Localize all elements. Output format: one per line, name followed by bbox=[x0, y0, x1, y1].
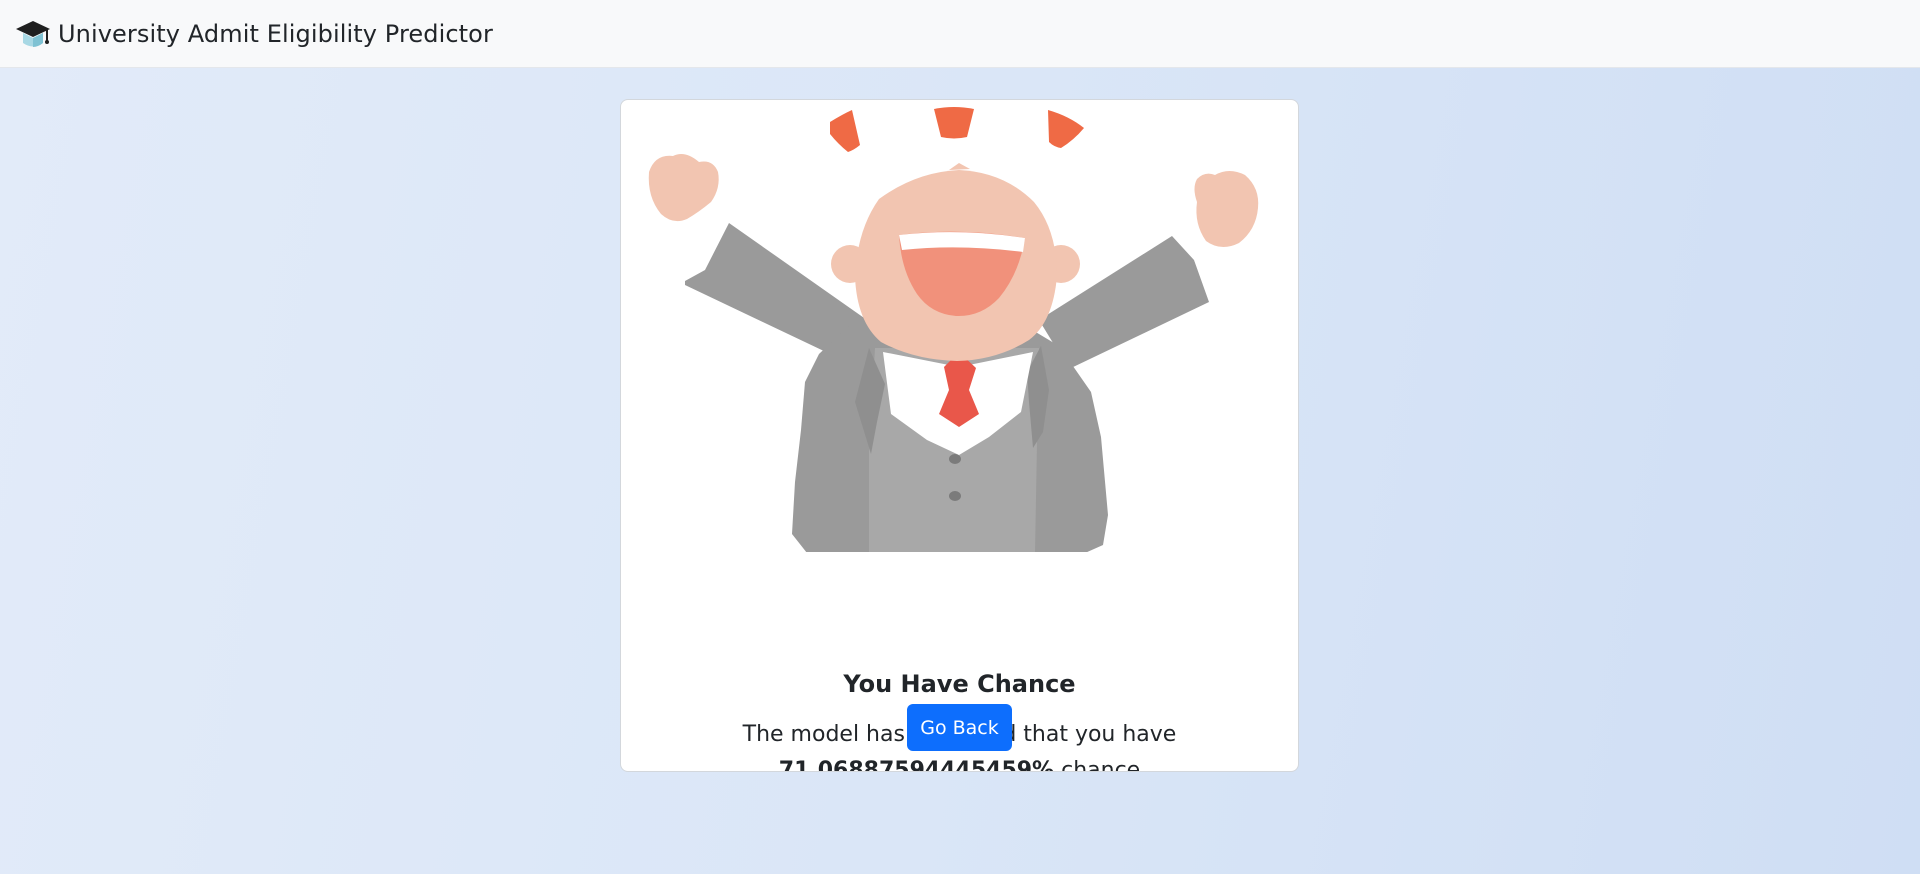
celebration-mark-center bbox=[934, 107, 974, 139]
celebration-mark-right bbox=[1048, 110, 1084, 148]
result-percentage: 71.06887594445459% bbox=[778, 758, 1055, 772]
navbar-brand[interactable]: University Admit Eligibility Predictor bbox=[14, 17, 493, 51]
vest-button-top bbox=[949, 454, 961, 464]
result-card: You Have Chance The model has predicted … bbox=[620, 99, 1299, 772]
celebration-mark-left bbox=[830, 110, 860, 152]
hair-tuft bbox=[949, 163, 970, 170]
graduation-cap-icon bbox=[14, 17, 52, 51]
result-title: You Have Chance bbox=[843, 670, 1076, 698]
go-back-button[interactable]: Go Back bbox=[907, 704, 1012, 751]
cheering-businessman-illustration bbox=[648, 107, 1259, 552]
navbar: University Admit Eligibility Predictor bbox=[0, 0, 1920, 68]
brand-title: University Admit Eligibility Predictor bbox=[58, 19, 493, 48]
vest-button-bottom bbox=[949, 491, 961, 501]
left-fist bbox=[648, 154, 719, 222]
result-text-suffix: chance bbox=[1061, 758, 1141, 772]
right-fist bbox=[1194, 171, 1259, 248]
